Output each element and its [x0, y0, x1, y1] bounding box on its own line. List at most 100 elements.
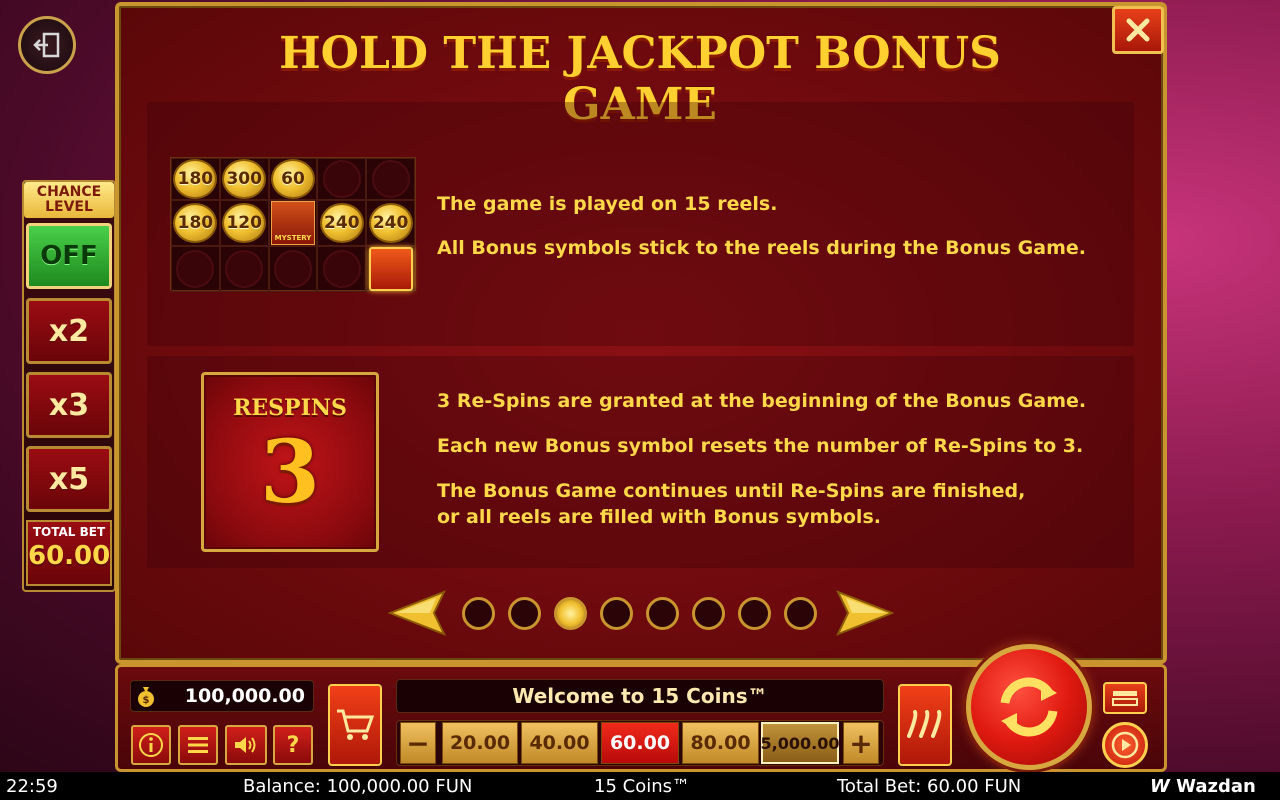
status-bar: 22:59 Balance: 100,000.00 FUN 15 Coins™ …: [0, 772, 1280, 800]
chance-x2-button[interactable]: x2: [26, 298, 112, 364]
spin-button[interactable]: [966, 644, 1092, 770]
chance-level-title: CHANCE LEVEL: [24, 182, 114, 218]
info-line-sticky: All Bonus symbols stick to the reels dur…: [437, 237, 1086, 259]
info-line-respins-reset: Each new Bonus symbol resets the number …: [437, 435, 1084, 457]
chili-pepper-icon: [907, 710, 942, 738]
bonus-coin: 60: [270, 159, 315, 199]
chance-off-button[interactable]: OFF: [26, 223, 112, 289]
page-dot[interactable]: [646, 597, 679, 630]
turbo-button[interactable]: [898, 684, 952, 766]
bonus-coin: 180: [173, 203, 218, 243]
total-bet-label: TOTAL BET: [32, 525, 106, 539]
page-dot[interactable]: [600, 597, 633, 630]
hamburger-menu-icon: [188, 737, 208, 753]
grid-cell: 120: [219, 200, 269, 246]
page-dot[interactable]: [738, 597, 771, 630]
chance-title-line2: LEVEL: [45, 199, 93, 215]
bonus-coin: 180: [173, 159, 218, 199]
info-line-respins-granted: 3 Re-Spins are granted at the beginning …: [437, 390, 1087, 412]
chance-x3-button[interactable]: x3: [26, 372, 112, 438]
grid-cell: 240: [317, 200, 367, 246]
page-dot[interactable]: [462, 597, 495, 630]
info-button[interactable]: [131, 725, 171, 765]
panel-icon: [1112, 691, 1138, 706]
bet-option[interactable]: 40.00: [521, 722, 598, 764]
status-balance: Balance: 100,000.00 FUN: [243, 776, 473, 797]
grid-cell: 180: [171, 200, 220, 246]
buy-feature-button[interactable]: [328, 684, 382, 766]
grid-cell: [366, 246, 415, 292]
bet-option-max[interactable]: 5,000.00: [761, 722, 839, 764]
grid-cell: [171, 246, 220, 292]
grid-cell: [366, 158, 415, 200]
page-dot[interactable]: [508, 597, 541, 630]
svg-text:$: $: [143, 695, 150, 706]
empty-slot-icon: [371, 160, 410, 198]
chance-x5-button[interactable]: x5: [26, 446, 112, 512]
grid-cell: [268, 246, 318, 292]
bet-decrease-button[interactable]: −: [400, 722, 436, 764]
bet-option[interactable]: 80.00: [682, 722, 759, 764]
page-dot-active[interactable]: [554, 597, 587, 630]
grid-cell: MYSTERY: [268, 200, 318, 246]
bonus-coin: 240: [368, 203, 413, 243]
info-icon: [139, 733, 163, 757]
bet-option-selected[interactable]: 60.00: [601, 722, 679, 764]
bonus-coin: 300: [222, 159, 267, 199]
empty-slot-icon: [225, 250, 264, 288]
previous-page-button[interactable]: [387, 590, 450, 636]
help-button[interactable]: ?: [273, 725, 313, 765]
grid-cell: 240: [366, 200, 415, 246]
chance-title-line1: CHANCE: [36, 184, 102, 200]
info-line-reels: The game is played on 15 reels.: [437, 193, 778, 215]
spin-arrows-icon: [1000, 677, 1058, 737]
autoplay-button[interactable]: [1102, 722, 1148, 768]
respins-label: RESPINS: [233, 395, 347, 421]
status-total-bet: Total Bet: 60.00 FUN: [837, 776, 1022, 797]
info-line-filled: or all reels are filled with Bonus symbo…: [437, 506, 881, 528]
grid-cell: [317, 246, 367, 292]
shopping-cart-icon: [337, 709, 375, 740]
exit-icon: [33, 32, 60, 58]
brand-logo-mark: W: [1150, 776, 1170, 797]
empty-slot-icon: [273, 250, 312, 288]
arrow-left-icon: [387, 590, 446, 636]
settings-panel-button[interactable]: [1103, 682, 1147, 714]
next-page-button[interactable]: [832, 590, 895, 636]
close-icon: [1126, 18, 1150, 42]
brand-name: Wazdan: [1176, 776, 1256, 797]
grid-cell: [317, 158, 367, 200]
empty-slot-icon: [322, 250, 361, 288]
page-dot[interactable]: [692, 597, 725, 630]
menu-button[interactable]: [178, 725, 218, 765]
empty-slot-icon: [176, 250, 215, 288]
grid-cell: 180: [171, 158, 220, 200]
clock: 22:59: [6, 776, 58, 797]
bet-increase-button[interactable]: +: [843, 722, 879, 764]
respins-illustration: RESPINS 3: [201, 372, 379, 552]
empty-slot-icon: [322, 160, 361, 198]
info-line-continues: The Bonus Game continues until Re-Spins …: [437, 480, 1026, 502]
treasure-chest-icon: [368, 247, 413, 291]
grid-cell: 300: [219, 158, 269, 200]
money-bag-icon: $: [138, 687, 154, 707]
sound-button[interactable]: [225, 725, 267, 765]
grid-cell: [219, 246, 269, 292]
message-display: Welcome to 15 Coins™: [396, 679, 884, 713]
brand-logo: W Wazdan: [1150, 776, 1256, 797]
close-button[interactable]: [1112, 6, 1164, 54]
mystery-label: MYSTERY: [274, 234, 312, 242]
bonus-coin: 240: [319, 203, 364, 243]
page-indicator: [462, 597, 817, 630]
arrow-right-icon: [836, 590, 895, 636]
grid-cell: 60: [268, 158, 318, 200]
status-game-name: 15 Coins™: [594, 776, 690, 797]
speaker-icon: [235, 737, 256, 753]
exit-button[interactable]: [18, 16, 76, 74]
play-circle-icon: [1111, 731, 1139, 759]
respins-count: 3: [260, 422, 320, 523]
page-dot[interactable]: [784, 597, 817, 630]
total-bet-box: TOTAL BET 60.00: [26, 520, 112, 586]
bonus-coin: 120: [222, 203, 267, 243]
bet-option[interactable]: 20.00: [442, 722, 518, 764]
